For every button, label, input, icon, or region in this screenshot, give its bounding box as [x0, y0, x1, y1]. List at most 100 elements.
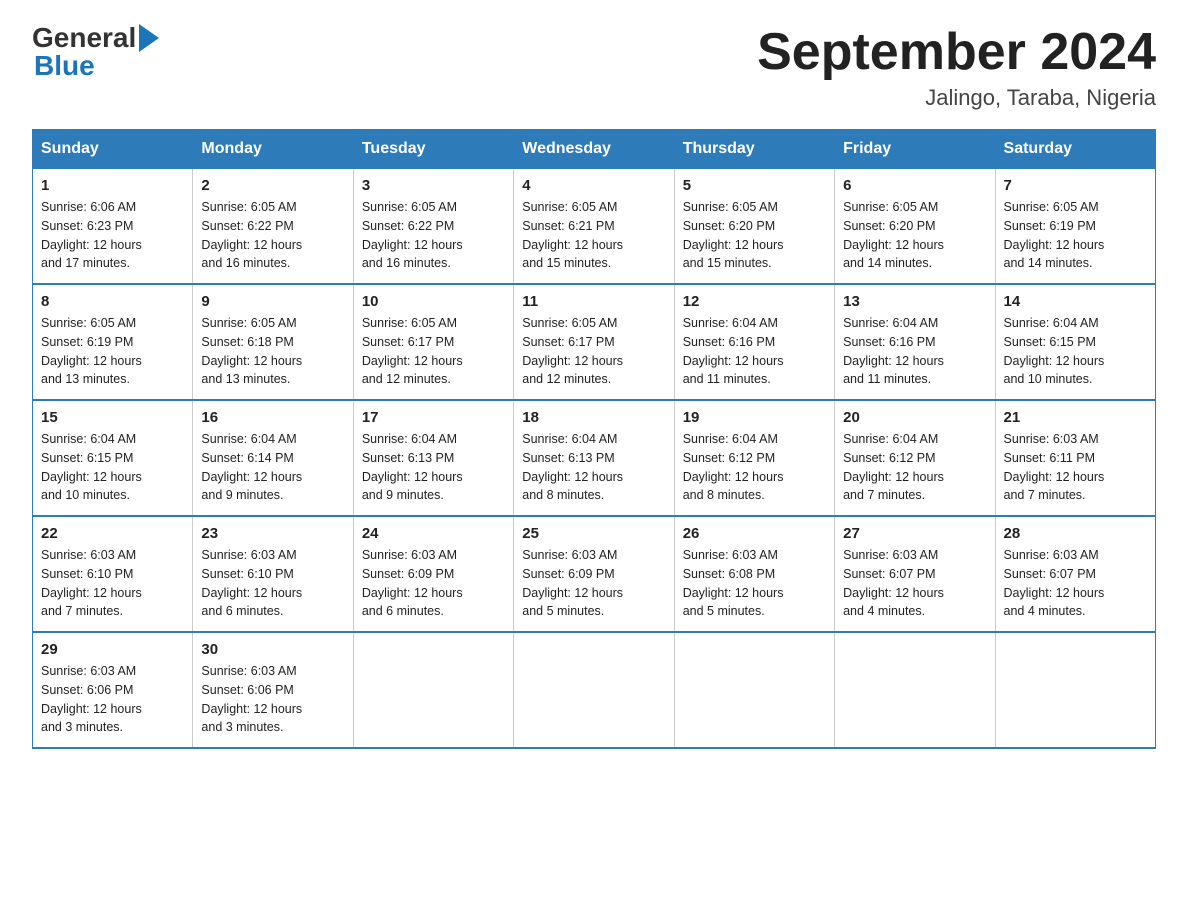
calendar-cell: 18 Sunrise: 6:04 AMSunset: 6:13 PMDaylig… [514, 400, 674, 516]
day-number: 24 [362, 525, 505, 542]
day-number: 26 [683, 525, 826, 542]
calendar-cell [353, 632, 513, 748]
weekday-header-wednesday: Wednesday [514, 130, 674, 169]
calendar-cell: 11 Sunrise: 6:05 AMSunset: 6:17 PMDaylig… [514, 284, 674, 400]
calendar-cell: 5 Sunrise: 6:05 AMSunset: 6:20 PMDayligh… [674, 169, 834, 285]
day-number: 2 [201, 177, 344, 194]
day-info: Sunrise: 6:04 AMSunset: 6:14 PMDaylight:… [201, 432, 302, 502]
calendar-week-row: 15 Sunrise: 6:04 AMSunset: 6:15 PMDaylig… [33, 400, 1156, 516]
calendar-cell: 25 Sunrise: 6:03 AMSunset: 6:09 PMDaylig… [514, 516, 674, 632]
day-info: Sunrise: 6:04 AMSunset: 6:15 PMDaylight:… [1004, 316, 1105, 386]
day-number: 14 [1004, 293, 1147, 310]
calendar-cell: 29 Sunrise: 6:03 AMSunset: 6:06 PMDaylig… [33, 632, 193, 748]
calendar-cell: 14 Sunrise: 6:04 AMSunset: 6:15 PMDaylig… [995, 284, 1155, 400]
title-area: September 2024 Jalingo, Taraba, Nigeria [757, 24, 1156, 111]
day-number: 8 [41, 293, 184, 310]
day-number: 17 [362, 409, 505, 426]
calendar-cell: 28 Sunrise: 6:03 AMSunset: 6:07 PMDaylig… [995, 516, 1155, 632]
calendar-cell: 30 Sunrise: 6:03 AMSunset: 6:06 PMDaylig… [193, 632, 353, 748]
day-info: Sunrise: 6:03 AMSunset: 6:06 PMDaylight:… [201, 664, 302, 734]
day-number: 15 [41, 409, 184, 426]
day-info: Sunrise: 6:03 AMSunset: 6:07 PMDaylight:… [1004, 548, 1105, 618]
weekday-header-thursday: Thursday [674, 130, 834, 169]
calendar-week-row: 1 Sunrise: 6:06 AMSunset: 6:23 PMDayligh… [33, 169, 1156, 285]
day-number: 6 [843, 177, 986, 194]
day-info: Sunrise: 6:05 AMSunset: 6:22 PMDaylight:… [362, 200, 463, 270]
calendar-cell: 15 Sunrise: 6:04 AMSunset: 6:15 PMDaylig… [33, 400, 193, 516]
calendar-cell [995, 632, 1155, 748]
day-number: 22 [41, 525, 184, 542]
calendar-subtitle: Jalingo, Taraba, Nigeria [757, 85, 1156, 111]
day-number: 27 [843, 525, 986, 542]
day-number: 16 [201, 409, 344, 426]
weekday-header-monday: Monday [193, 130, 353, 169]
page-header: General Blue September 2024 Jalingo, Tar… [32, 24, 1156, 111]
day-info: Sunrise: 6:04 AMSunset: 6:16 PMDaylight:… [683, 316, 784, 386]
calendar-cell: 19 Sunrise: 6:04 AMSunset: 6:12 PMDaylig… [674, 400, 834, 516]
logo: General Blue [32, 24, 161, 82]
calendar-cell: 4 Sunrise: 6:05 AMSunset: 6:21 PMDayligh… [514, 169, 674, 285]
calendar-cell [835, 632, 995, 748]
day-info: Sunrise: 6:04 AMSunset: 6:13 PMDaylight:… [362, 432, 463, 502]
day-number: 9 [201, 293, 344, 310]
day-number: 3 [362, 177, 505, 194]
day-info: Sunrise: 6:04 AMSunset: 6:16 PMDaylight:… [843, 316, 944, 386]
day-info: Sunrise: 6:03 AMSunset: 6:06 PMDaylight:… [41, 664, 142, 734]
weekday-header-friday: Friday [835, 130, 995, 169]
calendar-cell [674, 632, 834, 748]
logo-general-text: General [32, 24, 136, 52]
day-number: 4 [522, 177, 665, 194]
calendar-cell: 8 Sunrise: 6:05 AMSunset: 6:19 PMDayligh… [33, 284, 193, 400]
calendar-cell: 23 Sunrise: 6:03 AMSunset: 6:10 PMDaylig… [193, 516, 353, 632]
weekday-header-row: SundayMondayTuesdayWednesdayThursdayFrid… [33, 130, 1156, 169]
weekday-header-saturday: Saturday [995, 130, 1155, 169]
calendar-cell: 12 Sunrise: 6:04 AMSunset: 6:16 PMDaylig… [674, 284, 834, 400]
calendar-cell: 27 Sunrise: 6:03 AMSunset: 6:07 PMDaylig… [835, 516, 995, 632]
day-number: 30 [201, 641, 344, 658]
logo-icon: General [32, 24, 161, 52]
calendar-cell: 16 Sunrise: 6:04 AMSunset: 6:14 PMDaylig… [193, 400, 353, 516]
calendar-cell: 2 Sunrise: 6:05 AMSunset: 6:22 PMDayligh… [193, 169, 353, 285]
calendar-cell: 10 Sunrise: 6:05 AMSunset: 6:17 PMDaylig… [353, 284, 513, 400]
calendar-cell: 9 Sunrise: 6:05 AMSunset: 6:18 PMDayligh… [193, 284, 353, 400]
calendar-cell: 24 Sunrise: 6:03 AMSunset: 6:09 PMDaylig… [353, 516, 513, 632]
calendar-cell [514, 632, 674, 748]
calendar-title: September 2024 [757, 24, 1156, 81]
day-info: Sunrise: 6:03 AMSunset: 6:11 PMDaylight:… [1004, 432, 1105, 502]
day-number: 11 [522, 293, 665, 310]
day-info: Sunrise: 6:03 AMSunset: 6:10 PMDaylight:… [41, 548, 142, 618]
day-number: 20 [843, 409, 986, 426]
calendar-cell: 6 Sunrise: 6:05 AMSunset: 6:20 PMDayligh… [835, 169, 995, 285]
calendar-cell: 1 Sunrise: 6:06 AMSunset: 6:23 PMDayligh… [33, 169, 193, 285]
calendar-cell: 7 Sunrise: 6:05 AMSunset: 6:19 PMDayligh… [995, 169, 1155, 285]
calendar-table: SundayMondayTuesdayWednesdayThursdayFrid… [32, 129, 1156, 749]
logo-blue-text: Blue [32, 50, 95, 81]
calendar-cell: 3 Sunrise: 6:05 AMSunset: 6:22 PMDayligh… [353, 169, 513, 285]
day-info: Sunrise: 6:05 AMSunset: 6:19 PMDaylight:… [1004, 200, 1105, 270]
calendar-week-row: 8 Sunrise: 6:05 AMSunset: 6:19 PMDayligh… [33, 284, 1156, 400]
day-info: Sunrise: 6:06 AMSunset: 6:23 PMDaylight:… [41, 200, 142, 270]
day-info: Sunrise: 6:03 AMSunset: 6:09 PMDaylight:… [522, 548, 623, 618]
day-info: Sunrise: 6:05 AMSunset: 6:19 PMDaylight:… [41, 316, 142, 386]
day-info: Sunrise: 6:04 AMSunset: 6:12 PMDaylight:… [843, 432, 944, 502]
day-info: Sunrise: 6:05 AMSunset: 6:20 PMDaylight:… [843, 200, 944, 270]
day-info: Sunrise: 6:04 AMSunset: 6:15 PMDaylight:… [41, 432, 142, 502]
logo-flag-icon [139, 24, 161, 52]
day-info: Sunrise: 6:05 AMSunset: 6:20 PMDaylight:… [683, 200, 784, 270]
day-number: 21 [1004, 409, 1147, 426]
day-info: Sunrise: 6:05 AMSunset: 6:17 PMDaylight:… [522, 316, 623, 386]
day-number: 28 [1004, 525, 1147, 542]
day-number: 18 [522, 409, 665, 426]
calendar-cell: 17 Sunrise: 6:04 AMSunset: 6:13 PMDaylig… [353, 400, 513, 516]
day-number: 7 [1004, 177, 1147, 194]
weekday-header-tuesday: Tuesday [353, 130, 513, 169]
calendar-cell: 21 Sunrise: 6:03 AMSunset: 6:11 PMDaylig… [995, 400, 1155, 516]
calendar-cell: 13 Sunrise: 6:04 AMSunset: 6:16 PMDaylig… [835, 284, 995, 400]
day-number: 12 [683, 293, 826, 310]
day-number: 10 [362, 293, 505, 310]
calendar-cell: 22 Sunrise: 6:03 AMSunset: 6:10 PMDaylig… [33, 516, 193, 632]
day-number: 25 [522, 525, 665, 542]
day-info: Sunrise: 6:05 AMSunset: 6:22 PMDaylight:… [201, 200, 302, 270]
day-info: Sunrise: 6:03 AMSunset: 6:10 PMDaylight:… [201, 548, 302, 618]
day-info: Sunrise: 6:03 AMSunset: 6:07 PMDaylight:… [843, 548, 944, 618]
